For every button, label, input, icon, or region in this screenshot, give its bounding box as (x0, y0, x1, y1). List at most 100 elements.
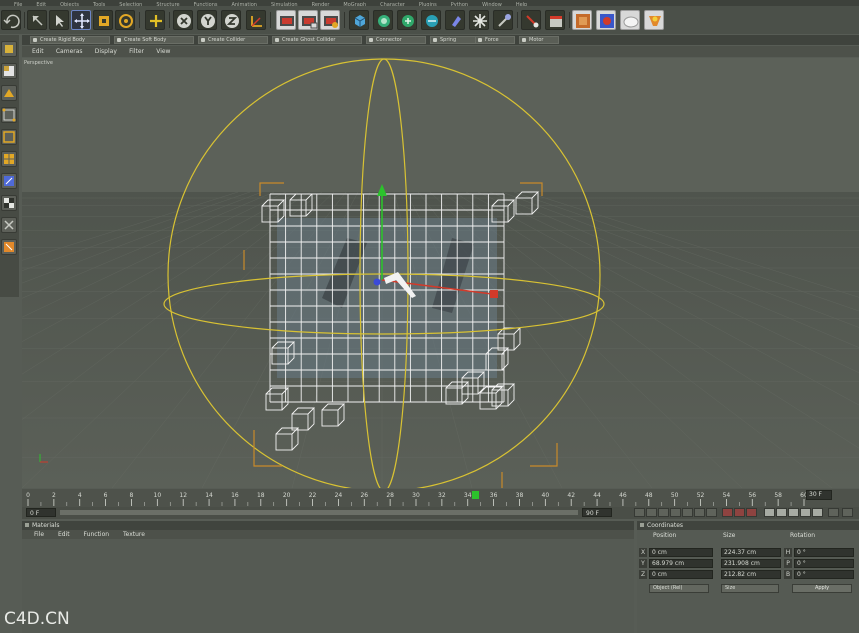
autokey-button[interactable] (734, 508, 745, 517)
modeling-icon[interactable] (421, 10, 441, 30)
goto-start-button[interactable] (634, 508, 645, 517)
floor-icon[interactable] (572, 10, 592, 30)
subdivision-icon[interactable] (373, 10, 393, 30)
create-collider-button[interactable]: Create Collider (198, 36, 268, 44)
environment-icon[interactable] (620, 10, 640, 30)
light-icon[interactable] (469, 10, 489, 30)
rotation-key-button[interactable] (788, 508, 799, 517)
model-mode-icon[interactable] (1, 41, 17, 57)
next-key-button[interactable] (694, 508, 705, 517)
y-axis-icon[interactable] (197, 10, 217, 30)
spring-button[interactable]: Spring (430, 36, 480, 44)
motor-button[interactable]: Motor (519, 36, 559, 44)
range-slider[interactable] (60, 510, 578, 515)
current-frame-marker[interactable] (472, 491, 479, 499)
animation-mode-icon[interactable] (1, 217, 17, 233)
connector-button[interactable]: Connector (366, 36, 426, 44)
texture-mode-icon[interactable] (1, 63, 17, 79)
cube-icon[interactable] (349, 10, 369, 30)
viewport-menu-view[interactable]: View (156, 46, 170, 57)
deformer-icon[interactable] (445, 10, 465, 30)
timeline-menu-button[interactable] (828, 508, 839, 517)
keyframe-selection-button[interactable] (746, 508, 757, 517)
size-x-field[interactable]: 224.37 cm (721, 548, 781, 557)
polygons-mode-icon[interactable] (1, 151, 17, 167)
select-icon[interactable] (49, 10, 69, 30)
perspective-viewport[interactable] (22, 58, 859, 488)
coordinate-mode-dropdown[interactable]: Object (Rel) (649, 584, 709, 593)
create-rigid-body-button[interactable]: Create Rigid Body (30, 36, 110, 44)
scale-key-button[interactable] (776, 508, 787, 517)
coordinate-system-icon[interactable] (246, 10, 266, 30)
z-axis-icon[interactable] (221, 10, 241, 30)
prev-key-button[interactable] (646, 508, 657, 517)
z-axis-handle[interactable] (373, 278, 381, 286)
next-frame-button[interactable] (682, 508, 693, 517)
goto-end-button[interactable] (706, 508, 717, 517)
materials-menu-texture[interactable]: Texture (123, 530, 145, 539)
scene-icon[interactable] (521, 10, 541, 30)
add-object-icon[interactable] (145, 10, 165, 30)
rotation-p-field[interactable]: 0 ° (794, 559, 854, 568)
y-axis-arrow[interactable] (377, 184, 387, 196)
scale-icon[interactable] (93, 10, 113, 30)
prev-frame-button[interactable] (658, 508, 669, 517)
x-axis-arrow[interactable] (490, 290, 498, 298)
parameter-key-button[interactable] (800, 508, 811, 517)
light-bulb-icon[interactable] (644, 10, 664, 30)
materials-menu-function[interactable]: Function (84, 530, 110, 539)
materials-menu-edit[interactable]: Edit (58, 530, 70, 539)
viewport-canvas[interactable] (22, 58, 859, 488)
create-ghost-collider-button[interactable]: Create Ghost Collider (272, 36, 362, 44)
record-button[interactable] (722, 508, 733, 517)
timeline-tick-label: 6 (104, 492, 108, 499)
force-button[interactable]: Force (475, 36, 515, 44)
pla-key-button[interactable] (812, 508, 823, 517)
apply-button[interactable]: Apply (792, 584, 852, 593)
workplane-icon[interactable] (1, 85, 17, 101)
position-key-button[interactable] (764, 508, 775, 517)
timeline-tick-label: 58 (774, 492, 782, 499)
viewport-menu-filter[interactable]: Filter (129, 46, 144, 57)
end-frame-field[interactable]: 90 F (582, 508, 612, 517)
object-axis-icon[interactable] (1, 173, 17, 189)
undo-icon[interactable] (1, 10, 21, 30)
position-y-field[interactable]: 68.979 cm (649, 559, 713, 568)
size-y-field[interactable]: 231.908 cm (721, 559, 781, 568)
live-selection-icon[interactable] (27, 10, 47, 30)
uv-mode-icon[interactable] (1, 195, 17, 211)
timeline-settings-button[interactable] (842, 508, 853, 517)
move-icon[interactable] (71, 10, 91, 30)
edges-mode-icon[interactable] (1, 129, 17, 145)
start-frame-field[interactable]: 0 F (26, 508, 56, 517)
material-icon[interactable] (545, 10, 565, 30)
timeline-ruler[interactable]: 0 2 4 6 8 10 12 14 16 18 20 22 24 26 28 30 32 34 36 38 40 42 4… (22, 489, 859, 507)
x-axis-icon[interactable] (173, 10, 193, 30)
size-z-field[interactable]: 212.82 cm (721, 570, 781, 579)
snap-icon[interactable] (1, 239, 17, 255)
camera-icon[interactable] (493, 10, 513, 30)
materials-menu-file[interactable]: File (34, 530, 44, 539)
rotation-h-field[interactable]: 0 ° (794, 548, 854, 557)
viewport-menu-edit[interactable]: Edit (32, 46, 44, 57)
materials-title: Materials (22, 521, 634, 530)
rotate-icon[interactable] (115, 10, 135, 30)
toolbar-divider (344, 12, 345, 28)
timeline-tick-label: 12 (179, 492, 187, 499)
points-mode-icon[interactable] (1, 107, 17, 123)
end-frame-display[interactable]: 30 F (806, 490, 832, 500)
position-x-field[interactable]: 0 cm (649, 548, 713, 557)
sky-icon[interactable] (596, 10, 616, 30)
play-button[interactable] (670, 508, 681, 517)
viewport-menu-cameras[interactable]: Cameras (56, 46, 83, 57)
position-z-field[interactable]: 0 cm (649, 570, 713, 579)
size-mode-dropdown[interactable]: Size (721, 584, 779, 593)
array-icon[interactable] (397, 10, 417, 30)
rotation-b-field[interactable]: 0 ° (794, 570, 854, 579)
create-soft-body-button[interactable]: Create Soft Body (114, 36, 194, 44)
render-view-icon[interactable] (276, 10, 296, 30)
viewport-menu-display[interactable]: Display (95, 46, 117, 57)
render-settings-icon[interactable] (320, 10, 340, 30)
render-picture-viewer-icon[interactable] (298, 10, 318, 30)
timeline-tick-label: 44 (593, 492, 601, 499)
